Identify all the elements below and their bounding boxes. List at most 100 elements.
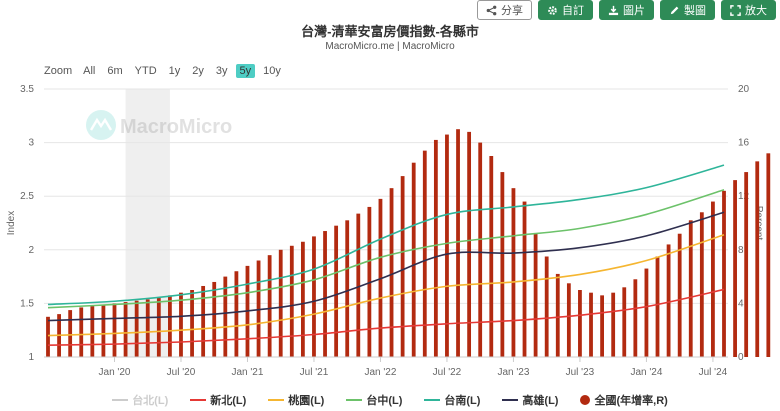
ytick-left-label: 3 (28, 138, 34, 149)
bar-national[interactable] (411, 162, 416, 357)
bar-national[interactable] (334, 225, 339, 357)
legend-label-tainan: 台南(L) (444, 395, 481, 407)
legend-line-tainan (424, 399, 441, 401)
xtick-label: Jan '20 (99, 367, 131, 378)
legend-label-taoyuan: 桃園(L) (288, 395, 325, 407)
bar-national[interactable] (544, 256, 549, 358)
bar-national[interactable] (566, 283, 571, 357)
ytick-right-label: 4 (738, 298, 744, 309)
ytick-left-label: 3.5 (20, 84, 34, 95)
bar-national[interactable] (201, 285, 206, 357)
xtick-label: Jul '21 (300, 367, 329, 378)
bar-national[interactable] (511, 188, 516, 357)
ytick-right-label: 16 (738, 138, 750, 149)
legend-item-kaohsiung[interactable]: 高雄(L) (502, 392, 558, 408)
ytick-left-label: 1 (28, 352, 34, 363)
bar-national[interactable] (79, 307, 84, 357)
bar-national[interactable] (489, 156, 494, 357)
bar-national[interactable] (101, 304, 106, 357)
xtick-label: Jan '23 (497, 367, 529, 378)
legend-item-newtaipei[interactable]: 新北(L) (190, 392, 246, 408)
bar-national[interactable] (733, 180, 737, 357)
xtick-label: Jan '21 (232, 367, 264, 378)
bar-national[interactable] (644, 268, 649, 357)
legend-label-national: 全國(年增率,R) (594, 395, 668, 407)
bar-national[interactable] (289, 245, 294, 357)
bar-national[interactable] (677, 233, 682, 357)
bar-national[interactable] (633, 279, 638, 357)
legend-dot-national (580, 395, 591, 405)
ytick-right-label: 8 (738, 245, 744, 256)
bar-national[interactable] (234, 271, 239, 357)
bar-national[interactable] (555, 273, 560, 357)
bar-national[interactable] (688, 220, 693, 357)
bar-national[interactable] (267, 255, 272, 357)
bar-national[interactable] (500, 172, 505, 357)
bar-national[interactable] (68, 310, 73, 357)
ytick-right-label: 20 (738, 84, 750, 95)
bar-national[interactable] (356, 213, 361, 357)
bar-national[interactable] (278, 249, 283, 357)
bar-national[interactable] (123, 302, 128, 357)
legend-line-taoyuan (268, 399, 285, 401)
legend-label-kaohsiung: 高雄(L) (522, 395, 559, 407)
ytick-right-label: 0 (738, 352, 744, 363)
legend-item-taichung[interactable]: 台中(L) (346, 392, 402, 408)
legend-label-taipei: 台北(L) (132, 395, 169, 407)
legend-line-taichung (346, 399, 363, 401)
bar-national[interactable] (600, 295, 604, 357)
xtick-label: Jan '22 (364, 367, 396, 378)
bar-national[interactable] (46, 316, 50, 357)
legend-line-newtaipei (190, 399, 207, 401)
bar-national[interactable] (755, 161, 760, 357)
bar-national[interactable] (168, 295, 172, 357)
legend-item-taipei[interactable]: 台北(L) (112, 392, 168, 408)
bar-national[interactable] (323, 231, 327, 357)
ytick-left-label: 2 (28, 245, 34, 256)
bar-national[interactable] (134, 300, 139, 357)
bar-national[interactable] (179, 292, 183, 357)
bar-national[interactable] (611, 292, 616, 357)
ylabel-left: Index (6, 211, 17, 235)
ytick-left-label: 1.5 (20, 298, 34, 309)
bar-national[interactable] (578, 290, 582, 357)
bar-national[interactable] (90, 306, 95, 357)
xtick-label: Jan '24 (630, 367, 662, 378)
legend-label-taichung: 台中(L) (366, 395, 403, 407)
xtick-label: Jul '24 (699, 367, 728, 378)
bar-national[interactable] (744, 172, 749, 357)
bar-national[interactable] (112, 303, 117, 357)
bar-national[interactable] (212, 281, 217, 357)
bar-national[interactable] (666, 244, 671, 357)
legend: 台北(L) 新北(L) 桃園(L) 台中(L) 台南(L) 高雄(L) 全國(年… (0, 392, 780, 408)
bar-national[interactable] (711, 201, 715, 357)
bar-national[interactable] (478, 142, 483, 357)
legend-line-kaohsiung (502, 399, 519, 401)
legend-line-taipei (112, 399, 129, 401)
bar-national[interactable] (766, 153, 771, 357)
xtick-label: Jul '23 (566, 367, 595, 378)
bar-national[interactable] (312, 236, 316, 357)
bar-national[interactable] (722, 190, 726, 357)
ytick-left-label: 2.5 (20, 191, 34, 202)
xtick-label: Jul '22 (433, 367, 462, 378)
legend-item-tainan[interactable]: 台南(L) (424, 392, 480, 408)
bar-national[interactable] (345, 220, 350, 357)
xtick-label: Jul '20 (167, 367, 196, 378)
bar-national[interactable] (699, 212, 704, 357)
chart-area: 11.522.533.5048121620IndexPercentMacroMi… (6, 84, 771, 378)
legend-item-taoyuan[interactable]: 桃園(L) (268, 392, 324, 408)
bar-national[interactable] (156, 298, 161, 357)
watermark-text: MacroMicro (120, 116, 232, 138)
bar-national[interactable] (300, 241, 305, 357)
legend-label-newtaipei: 新北(L) (210, 395, 247, 407)
bar-national[interactable] (522, 201, 527, 357)
bar-national[interactable] (589, 292, 593, 357)
bar-national[interactable] (422, 150, 427, 357)
legend-item-national[interactable]: 全國(年增率,R) (580, 392, 668, 408)
bar-national[interactable] (389, 188, 394, 357)
bar-national[interactable] (145, 299, 150, 357)
bar-national[interactable] (400, 176, 405, 357)
bar-national[interactable] (655, 256, 660, 358)
bar-national[interactable] (622, 287, 627, 357)
